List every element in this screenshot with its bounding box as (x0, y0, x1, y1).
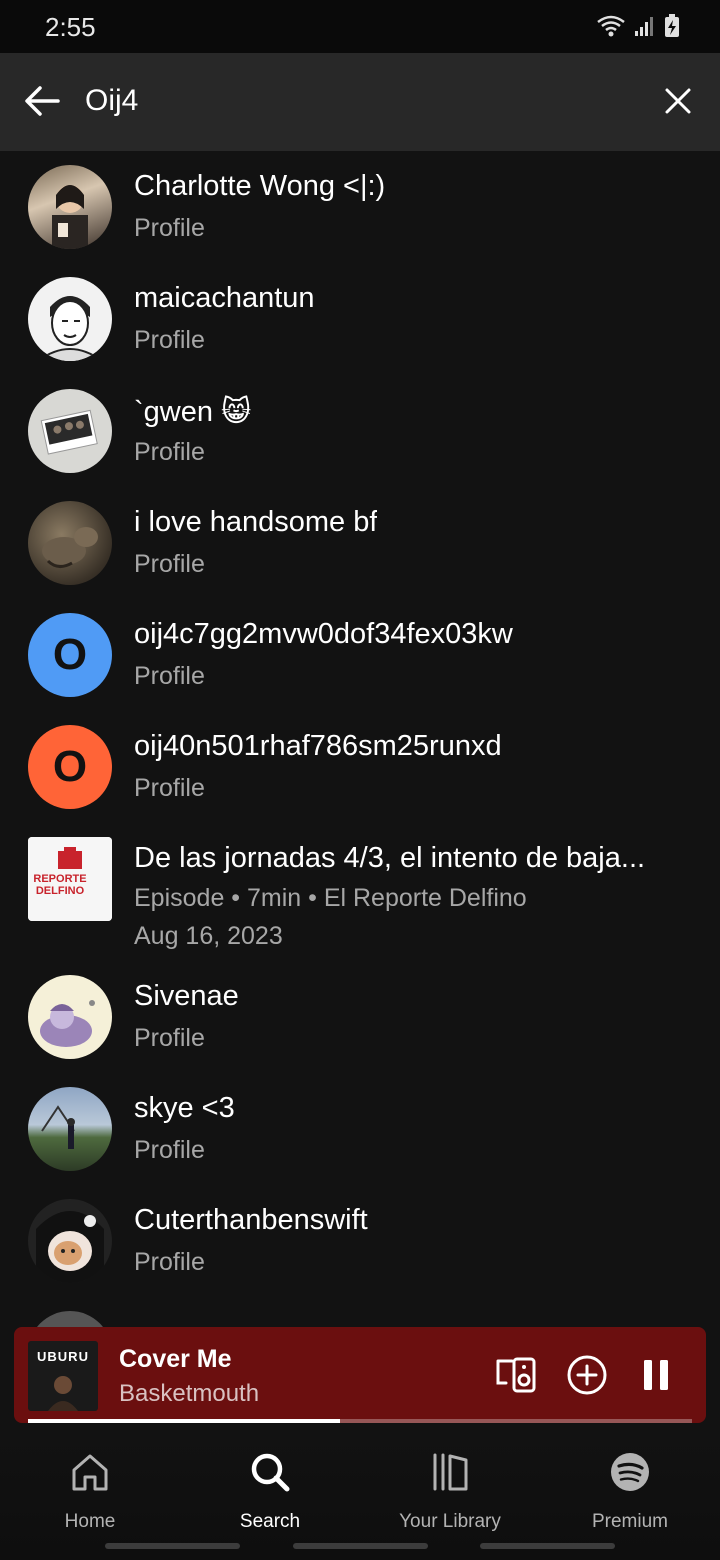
result-title: Cuterthanbenswift (134, 1204, 368, 1236)
nav-label: Premium (591, 1511, 668, 1532)
gesture-handle (293, 1543, 428, 1549)
profile-avatar (28, 975, 112, 1059)
profile-avatar (28, 277, 112, 361)
result-row[interactable]: Charlotte Wong <|:) Profile (0, 152, 720, 264)
close-icon[interactable] (662, 85, 694, 117)
pause-icon[interactable] (634, 1353, 678, 1397)
add-to-library-icon[interactable] (565, 1353, 609, 1397)
search-icon (251, 1453, 290, 1492)
result-row[interactable]: O oij40n501rhaf786sm25runxd Profile (0, 712, 720, 824)
result-row[interactable]: Sivenae Profile (0, 962, 720, 1074)
profile-avatar (28, 389, 112, 473)
search-bar: Oij4 (0, 53, 720, 151)
profile-avatar: O (28, 725, 112, 809)
episode-cover-text: REPORTE DELFINO (33, 873, 87, 897)
profile-avatar (28, 1199, 112, 1283)
library-icon (433, 1453, 468, 1491)
connect-device-icon[interactable] (494, 1353, 538, 1397)
result-date: Aug 16, 2023 (134, 922, 283, 950)
result-row[interactable]: `gwen 😸 Profile (0, 376, 720, 488)
nav-label: Your Library (399, 1511, 501, 1532)
result-subtitle: Profile (134, 662, 205, 690)
gesture-handle (480, 1543, 615, 1549)
profile-avatar (28, 165, 112, 249)
result-subtitle: Profile (134, 550, 205, 578)
result-row[interactable]: maicachantun Profile (0, 264, 720, 376)
result-row-episode[interactable]: REPORTE DELFINO De las jornadas 4/3, el … (0, 824, 720, 962)
result-row[interactable]: Cuterthanbenswift Profile (0, 1186, 720, 1298)
result-title: Sivenae (134, 980, 239, 1012)
result-subtitle: Episode • 7min • El Reporte Delfino (134, 884, 527, 912)
result-row-partial[interactable] (0, 1298, 720, 1327)
status-time: 2:55 (45, 12, 96, 42)
search-input[interactable]: Oij4 (85, 84, 138, 118)
nav-premium[interactable]: Premium (540, 1450, 720, 1533)
gesture-handle (105, 1543, 240, 1549)
nav-label: Search (239, 1511, 301, 1532)
result-subtitle: Profile (134, 326, 205, 354)
spotify-icon (611, 1453, 649, 1491)
result-subtitle: Profile (134, 438, 205, 466)
profile-avatar (28, 1087, 112, 1171)
result-title: oij4c7gg2mvw0dof34fex03kw (134, 618, 513, 650)
status-icons (596, 14, 680, 38)
bottom-nav: Home Search Your Library Premium (0, 1430, 720, 1560)
result-title: maicachantun (134, 282, 315, 314)
playback-progress[interactable] (28, 1419, 692, 1423)
result-title: De las jornadas 4/3, el intento de baja.… (134, 842, 646, 874)
search-results-list: Charlotte Wong <|:) Profile maicachantun… (0, 152, 720, 1327)
result-row[interactable]: skye <3 Profile (0, 1074, 720, 1186)
now-playing-cover: UBURU (28, 1341, 98, 1411)
nav-label: Home (64, 1511, 116, 1532)
now-playing-artist: Basketmouth (119, 1380, 260, 1407)
nav-home[interactable]: Home (0, 1450, 180, 1533)
result-row[interactable]: i love handsome bf Profile (0, 488, 720, 600)
mini-player[interactable]: UBURU Cover Me Basketmouth (14, 1327, 706, 1423)
result-subtitle: Profile (134, 1248, 205, 1276)
status-bar: 2:55 (0, 0, 720, 53)
result-title: `gwen 😸 (134, 396, 252, 428)
episode-cover: REPORTE DELFINO (28, 837, 112, 921)
now-playing-title: Cover Me (119, 1345, 232, 1373)
profile-avatar (28, 501, 112, 585)
back-arrow-icon[interactable] (22, 81, 62, 121)
result-title: i love handsome bf (134, 506, 378, 538)
profile-avatar (28, 1311, 112, 1327)
result-subtitle: Profile (134, 214, 205, 242)
result-subtitle: Profile (134, 1024, 205, 1052)
nav-search[interactable]: Search (180, 1450, 360, 1533)
nav-library[interactable]: Your Library (360, 1450, 540, 1533)
result-row[interactable]: O oij4c7gg2mvw0dof34fex03kw Profile (0, 600, 720, 712)
signal-icon (635, 17, 653, 36)
result-title: oij40n501rhaf786sm25runxd (134, 730, 502, 762)
result-subtitle: Profile (134, 1136, 205, 1164)
home-icon (72, 1454, 108, 1491)
result-title: Charlotte Wong <|:) (134, 170, 386, 202)
battery-charging-icon (665, 14, 679, 37)
playback-progress-fill (28, 1419, 341, 1423)
profile-avatar: O (28, 613, 112, 697)
result-title: skye <3 (134, 1092, 235, 1124)
result-subtitle: Profile (134, 774, 205, 802)
wifi-icon (597, 15, 625, 37)
